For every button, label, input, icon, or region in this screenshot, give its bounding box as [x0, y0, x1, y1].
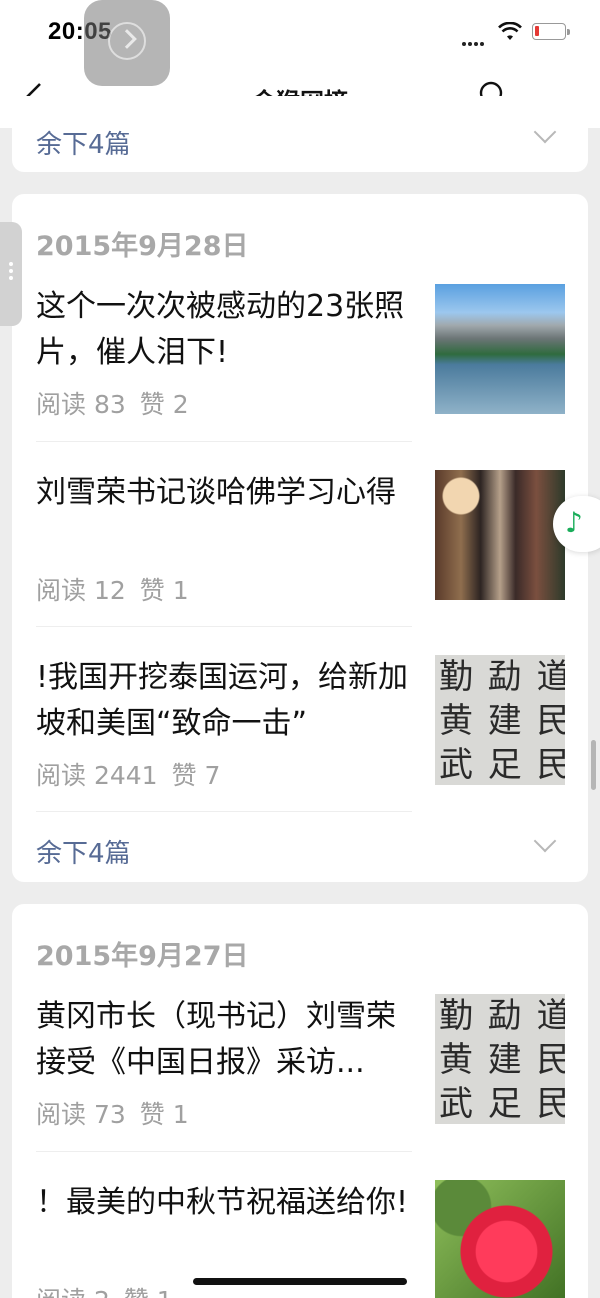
divider	[36, 811, 412, 812]
article-thumbnail[interactable]	[435, 284, 565, 414]
article-meta: 阅读 2441 赞 7	[36, 756, 220, 792]
read-count: 阅读 2441	[36, 761, 158, 790]
article-title[interactable]: !我国开挖泰国运河，给新加坡和美国“致命一击”	[36, 655, 416, 747]
scrollbar[interactable]	[591, 740, 596, 790]
article-thumbnail[interactable]: 勤 勐 道 开黄 建 民 建 民 冈武 足 民 建 民 宁	[435, 655, 565, 785]
article-group-card: 2015年9月27日 黄冈市长（现书记）刘雪荣接受《中国日报》采访... 阅读 …	[12, 904, 588, 1298]
article-thumbnail[interactable]	[435, 470, 565, 600]
chevron-down-icon[interactable]	[533, 120, 557, 144]
home-indicator[interactable]	[193, 1278, 407, 1285]
divider	[36, 441, 412, 442]
group-date: 2015年9月28日	[36, 231, 249, 262]
floating-window-button[interactable]	[84, 0, 170, 86]
article-meta: 阅读 2 赞 1	[36, 1281, 173, 1298]
like-count: 赞 1	[139, 1100, 189, 1129]
music-note-icon: ♪	[565, 506, 583, 539]
article-title[interactable]: ！最美的中秋节祝福送给你!	[36, 1180, 416, 1226]
wifi-icon	[498, 22, 522, 40]
read-count: 阅读 2	[36, 1286, 110, 1298]
side-drawer-handle[interactable]	[0, 222, 22, 326]
battery-icon	[532, 23, 570, 40]
article-meta: 阅读 83 赞 2	[36, 385, 189, 421]
article-meta: 阅读 73 赞 1	[36, 1095, 189, 1131]
article-title[interactable]: 黄冈市长（现书记）刘雪荣接受《中国日报》采访...	[36, 994, 416, 1086]
chevron-down-icon[interactable]	[533, 829, 557, 853]
music-player-button[interactable]: ♪	[553, 496, 600, 552]
show-more-link[interactable]: 余下4篇	[36, 124, 131, 161]
article-title[interactable]: 刘雪荣书记谈哈佛学习心得	[36, 470, 416, 516]
divider	[36, 626, 412, 627]
article-item[interactable]: 刘雪荣书记谈哈佛学习心得 阅读 12 赞 1	[36, 470, 565, 605]
like-count: 赞 7	[171, 761, 221, 790]
cellular-signal-icon	[462, 31, 486, 50]
show-more-link[interactable]: 余下4篇	[36, 833, 131, 870]
read-count: 阅读 12	[36, 576, 126, 605]
article-item[interactable]: !我国开挖泰国运河，给新加坡和美国“致命一击” 阅读 2441 赞 7 勤 勐 道…	[36, 655, 565, 790]
read-count: 阅读 83	[36, 390, 126, 419]
like-count: 赞 1	[124, 1286, 173, 1298]
like-count: 赞 1	[139, 576, 189, 605]
like-count: 赞 2	[139, 390, 189, 419]
group-date: 2015年9月27日	[36, 941, 249, 972]
read-count: 阅读 73	[36, 1100, 126, 1129]
article-group-card: 2015年9月28日 这个一次次被感动的23张照片，催人泪下! 阅读 83 赞 2…	[12, 194, 588, 882]
article-group-card: 余下4篇	[12, 96, 588, 172]
article-title[interactable]: 这个一次次被感动的23张照片，催人泪下!	[36, 284, 416, 376]
article-thumbnail[interactable]: 勤 勐 道 开黄 建 民 建 民 冈武 足 民 建 民 宁	[435, 994, 565, 1124]
article-item[interactable]: 这个一次次被感动的23张照片，催人泪下! 阅读 83 赞 2	[36, 284, 565, 419]
article-item[interactable]: 黄冈市长（现书记）刘雪荣接受《中国日报》采访... 阅读 73 赞 1 勤 勐 道…	[36, 994, 565, 1129]
article-thumbnail[interactable]	[435, 1180, 565, 1298]
article-meta: 阅读 12 赞 1	[36, 571, 189, 607]
divider	[36, 1151, 412, 1152]
